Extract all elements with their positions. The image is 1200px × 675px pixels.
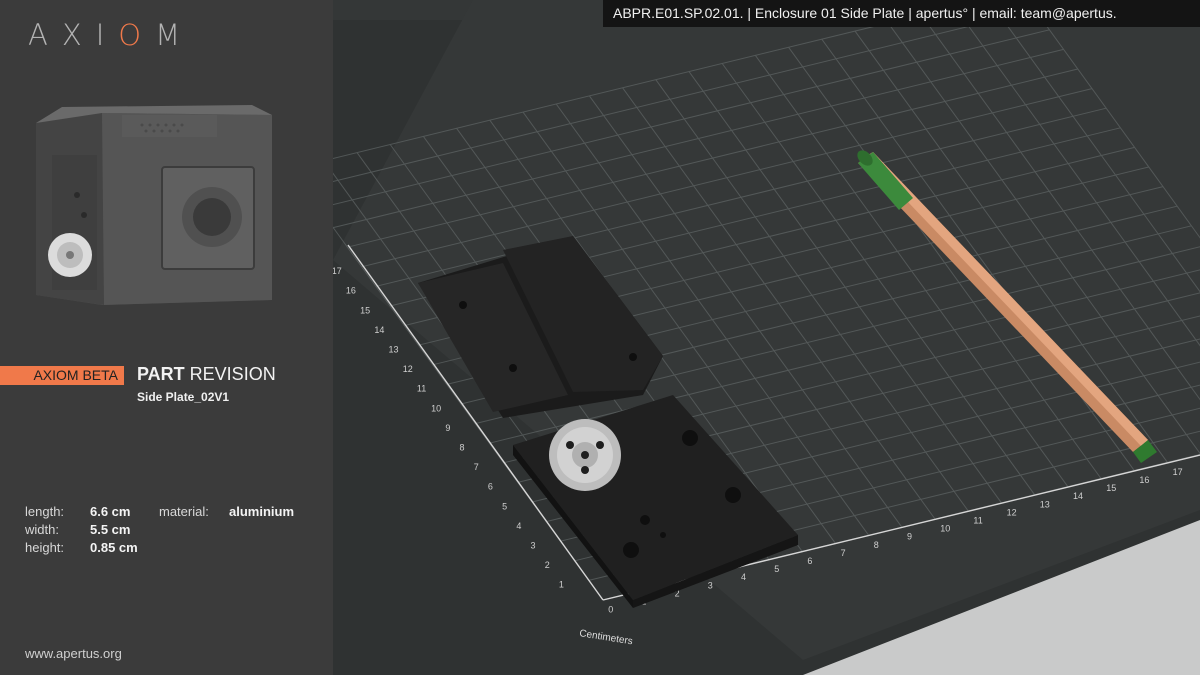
part-revision-row: AXIOM BETA PART REVISION (0, 363, 333, 387)
mat-tick-label: 13 (1040, 499, 1050, 509)
mat-tick-label: 17 (1173, 467, 1183, 477)
mat-tick-label: 13 (389, 344, 399, 354)
mat-tick-label: 14 (374, 325, 384, 335)
mat-tick-label: 6 (488, 482, 493, 492)
mat-tick-label: 4 (516, 521, 521, 531)
product-tag: AXIOM BETA (0, 366, 124, 385)
mat-tick-label: 9 (907, 532, 912, 542)
mat-tick-label: 11 (973, 515, 982, 525)
part-revision-title: PART REVISION (137, 364, 276, 384)
part-name: Side Plate_02V1 (137, 390, 230, 404)
header-bar: ABPR.E01.SP.02.01. | Enclosure 01 Side P… (603, 0, 1200, 27)
mat-tick-label: 4 (741, 572, 746, 582)
cutting-mat: 12345678910111213141516171819 0123456789… (333, 0, 1200, 675)
mat-tick-label: 12 (403, 364, 413, 374)
mat-tick-label: 16 (1139, 475, 1149, 485)
mat-tick-label: 2 (545, 560, 550, 570)
mat-tick-label: 3 (708, 580, 713, 590)
mat-tick-label: 11 (417, 384, 426, 394)
mat-tick-label: 5 (502, 501, 507, 511)
mat-tick-label: 17 (333, 266, 342, 276)
mat-tick-label: 16 (346, 286, 356, 296)
mat-tick-label: 15 (360, 305, 370, 315)
mat-tick-label: 1 (559, 580, 564, 590)
mat-tick-label: 5 (774, 564, 779, 574)
mat-tick-label: 8 (460, 442, 465, 452)
website-link[interactable]: www.apertus.org (25, 646, 122, 661)
mat-tick-label: 10 (431, 403, 441, 413)
camera-render (36, 105, 272, 305)
mat-tick-label: 7 (841, 548, 846, 558)
mat-tick-label: 3 (531, 540, 536, 550)
mat-tick-label: 14 (1073, 491, 1083, 501)
mat-tick-label: 6 (807, 556, 812, 566)
axiom-logo: AXIOM (28, 18, 195, 52)
mat-tick-label: 12 (1007, 507, 1017, 517)
sidebar: AXIOM AXIOM BETA PART REVISION Side Plat… (0, 0, 333, 675)
mat-tick-label: 9 (445, 423, 450, 433)
mat-tick-label: 0 (608, 605, 613, 615)
mat-tick-label: 7 (474, 462, 479, 472)
mat-tick-label: 8 (874, 540, 879, 550)
mat-tick-label: 15 (1106, 483, 1116, 493)
mat-tick-label: 10 (940, 524, 950, 534)
